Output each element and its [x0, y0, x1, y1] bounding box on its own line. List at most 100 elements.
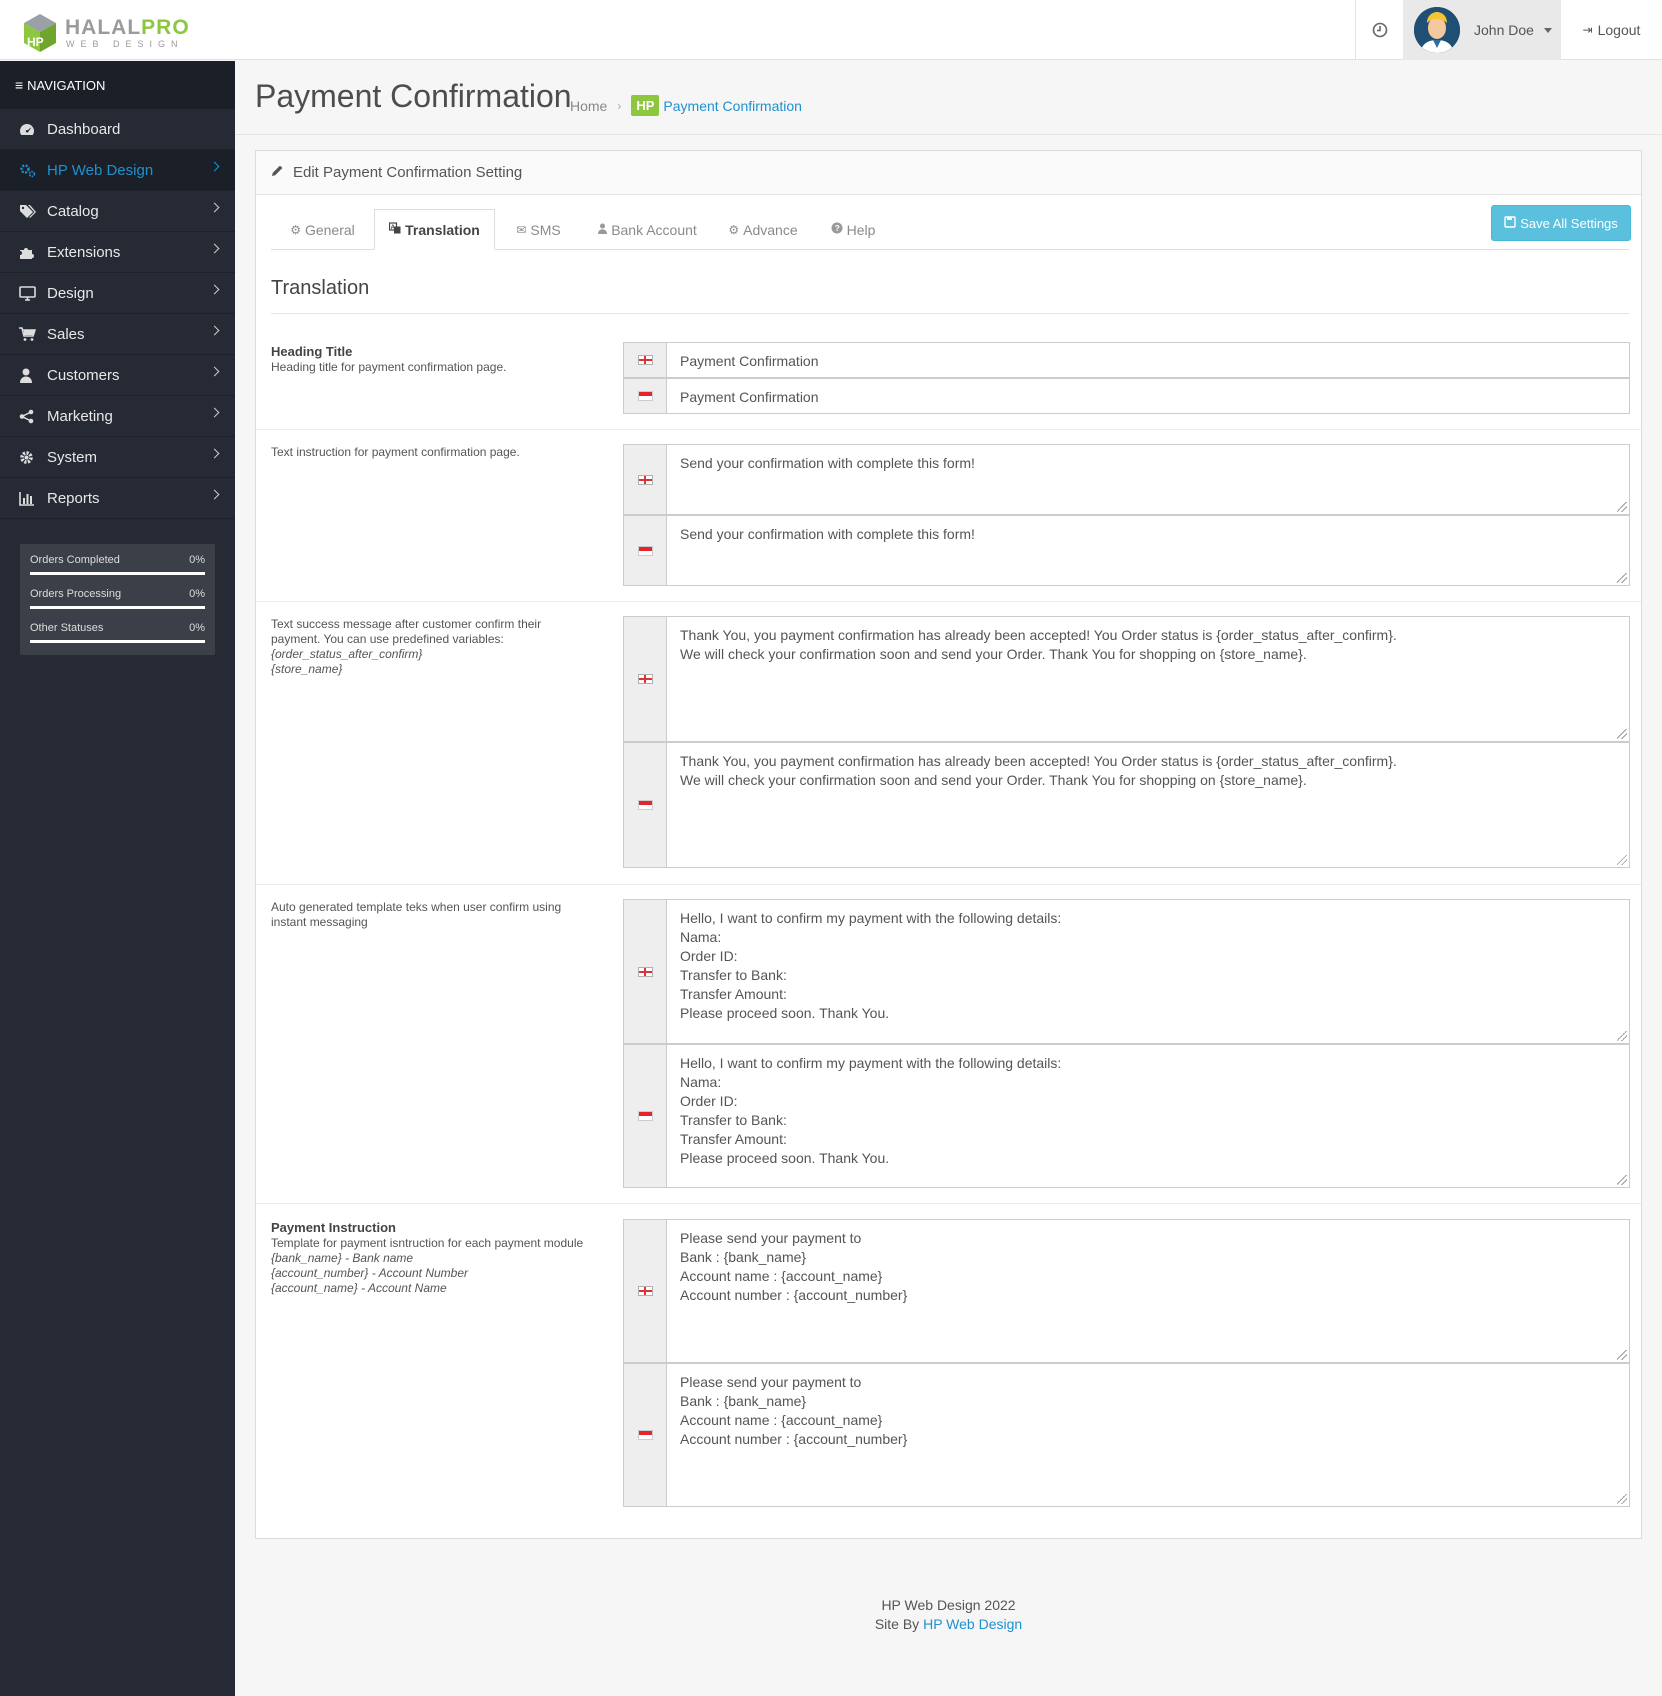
text-instruction-id-textarea[interactable]: Send your confirmation with complete thi…	[667, 516, 1629, 585]
breadcrumb: Home › HP Payment Confirmation	[570, 95, 802, 116]
text-instruction-label: Text instruction for payment confirmatio…	[271, 445, 586, 460]
field-description: Template for payment isntruction for eac…	[271, 1236, 584, 1250]
footer-copyright: HP Web Design 2022	[881, 1597, 1016, 1613]
heading-title-id-input[interactable]: Payment Confirmation	[667, 379, 1629, 413]
auto-template-id-group: Hello, I want to confirm my payment with…	[623, 1044, 1630, 1188]
history-button[interactable]	[1355, 0, 1403, 60]
stat-orders-completed: Orders Completed 0%	[30, 552, 205, 586]
sidebar-item-hp-web-design[interactable]: HP Web Design	[0, 150, 235, 191]
tab-general[interactable]: ⚙ General	[271, 209, 374, 250]
user-name: John Doe	[1474, 22, 1534, 38]
navigation-header[interactable]: ≡ NAVIGATION	[0, 61, 235, 109]
settings-panel: Edit Payment Confirmation Setting Save A…	[255, 150, 1642, 1539]
tab-label: Bank Account	[611, 221, 697, 238]
user-icon	[19, 368, 47, 383]
tags-icon	[19, 204, 47, 219]
resize-handle-icon[interactable]	[1617, 502, 1627, 512]
logout-button[interactable]: ⇥ Logout	[1561, 0, 1662, 60]
english-flag-icon	[624, 900, 667, 1043]
heading-title-en-input[interactable]: Payment Confirmation	[667, 343, 1629, 377]
indonesia-flag-icon	[624, 516, 667, 585]
stat-orders-processing: Orders Processing 0%	[30, 586, 205, 620]
resize-handle-icon[interactable]	[1617, 1175, 1627, 1185]
sidebar: ≡ NAVIGATION Dashboard HP Web Design Cat…	[0, 61, 235, 1696]
footer-credit: Site By HP Web Design	[235, 1615, 1662, 1634]
row-divider	[256, 884, 1641, 885]
chevron-right-icon	[209, 407, 220, 418]
success-message-id-textarea[interactable]: Thank You, you payment confirmation has …	[667, 743, 1629, 867]
avatar	[1414, 7, 1460, 53]
logout-label: Logout	[1597, 22, 1641, 38]
resize-handle-icon[interactable]	[1617, 573, 1627, 583]
textarea-value: Send your confirmation with complete thi…	[680, 455, 975, 471]
field-title: Payment Instruction	[271, 1220, 396, 1235]
success-message-en-textarea[interactable]: Thank You, you payment confirmation has …	[667, 617, 1629, 741]
auto-template-id-textarea[interactable]: Hello, I want to confirm my payment with…	[667, 1045, 1629, 1187]
tab-translation[interactable]: A Translation	[374, 209, 495, 250]
resize-handle-icon[interactable]	[1617, 1031, 1627, 1041]
row-divider	[256, 601, 1641, 602]
cogs-icon: ⚙	[728, 222, 740, 237]
text-instruction-id-group: Send your confirmation with complete thi…	[623, 515, 1630, 586]
sidebar-item-extensions[interactable]: Extensions	[0, 232, 235, 273]
menu-icon: ≡	[15, 77, 24, 93]
share-icon	[19, 409, 47, 424]
sidebar-item-system[interactable]: System	[0, 437, 235, 478]
chevron-right-icon	[209, 325, 220, 336]
resize-handle-icon[interactable]	[1617, 729, 1627, 739]
sidebar-item-design[interactable]: Design	[0, 273, 235, 314]
stat-value: 0%	[189, 588, 205, 600]
user-menu[interactable]: John Doe	[1403, 0, 1561, 60]
variable-hint: {account_number} - Account Number	[271, 1266, 468, 1280]
main-content: Payment Confirmation Home › HP Payment C…	[235, 61, 1662, 1632]
textarea-value: Thank You, you payment confirmation has …	[680, 627, 1397, 662]
logo-cube-icon: HP	[24, 14, 56, 52]
payment-instruction-id-textarea[interactable]: Please send your payment to Bank : {bank…	[667, 1364, 1629, 1506]
text-instruction-en-textarea[interactable]: Send your confirmation with complete thi…	[667, 445, 1629, 514]
breadcrumb-current[interactable]: Payment Confirmation	[663, 98, 802, 114]
chevron-right-icon	[209, 161, 220, 172]
sidebar-item-label: Catalog	[47, 202, 99, 220]
sidebar-item-dashboard[interactable]: Dashboard	[0, 109, 235, 150]
resize-handle-icon[interactable]	[1617, 1350, 1627, 1360]
resize-handle-icon[interactable]	[1617, 1494, 1627, 1504]
heading-title-en-group: Payment Confirmation	[623, 342, 1630, 378]
brand-name: HALALPRO	[65, 16, 190, 39]
payment-instruction-label: Payment Instruction Template for payment…	[271, 1220, 586, 1296]
sidebar-item-customers[interactable]: Customers	[0, 355, 235, 396]
resize-handle-icon[interactable]	[1617, 855, 1627, 865]
stat-progress-bar	[30, 572, 205, 575]
section-title: Translation	[271, 277, 370, 299]
sidebar-item-catalog[interactable]: Catalog	[0, 191, 235, 232]
sidebar-item-label: System	[47, 448, 98, 466]
footer-link[interactable]: HP Web Design	[923, 1616, 1022, 1632]
sidebar-item-label: Marketing	[47, 407, 113, 425]
tab-sms[interactable]: ✉ SMS	[495, 209, 582, 250]
stat-value: 0%	[189, 622, 205, 634]
payment-instruction-en-textarea[interactable]: Please send your payment to Bank : {bank…	[667, 1220, 1629, 1362]
textarea-value: Hello, I want to confirm my payment with…	[680, 910, 1062, 1021]
settings-tabs: ⚙ General A Translation ✉ SMS Bank Accou…	[271, 209, 1629, 250]
tab-bank-account[interactable]: Bank Account	[582, 209, 713, 250]
sidebar-item-marketing[interactable]: Marketing	[0, 396, 235, 437]
sidebar-item-sales[interactable]: Sales	[0, 314, 235, 355]
success-message-id-group: Thank You, you payment confirmation has …	[623, 742, 1630, 868]
variable-hint: {bank_name} - Bank name	[271, 1251, 414, 1265]
stat-value: 0%	[189, 554, 205, 566]
breadcrumb-home[interactable]: Home	[570, 98, 607, 114]
sidebar-item-reports[interactable]: Reports	[0, 478, 235, 519]
english-flag-icon	[624, 617, 667, 741]
tab-advance[interactable]: ⚙ Advance	[713, 209, 813, 250]
tab-help[interactable]: ? Help	[813, 209, 893, 250]
sidebar-item-label: Customers	[47, 366, 120, 384]
indonesia-flag-icon	[624, 743, 667, 867]
indonesia-flag-icon	[624, 1364, 667, 1506]
variable-hint: {store_name}	[271, 662, 343, 676]
sign-out-icon: ⇥	[1582, 23, 1593, 37]
panel-heading: Edit Payment Confirmation Setting	[256, 151, 1641, 195]
textarea-value: Send your confirmation with complete thi…	[680, 526, 975, 542]
brand-logo[interactable]: HP HALALPRO WEB DESIGN	[22, 13, 222, 53]
stat-progress-bar	[30, 640, 205, 643]
chevron-right-icon	[209, 489, 220, 500]
auto-template-en-textarea[interactable]: Hello, I want to confirm my payment with…	[667, 900, 1629, 1043]
